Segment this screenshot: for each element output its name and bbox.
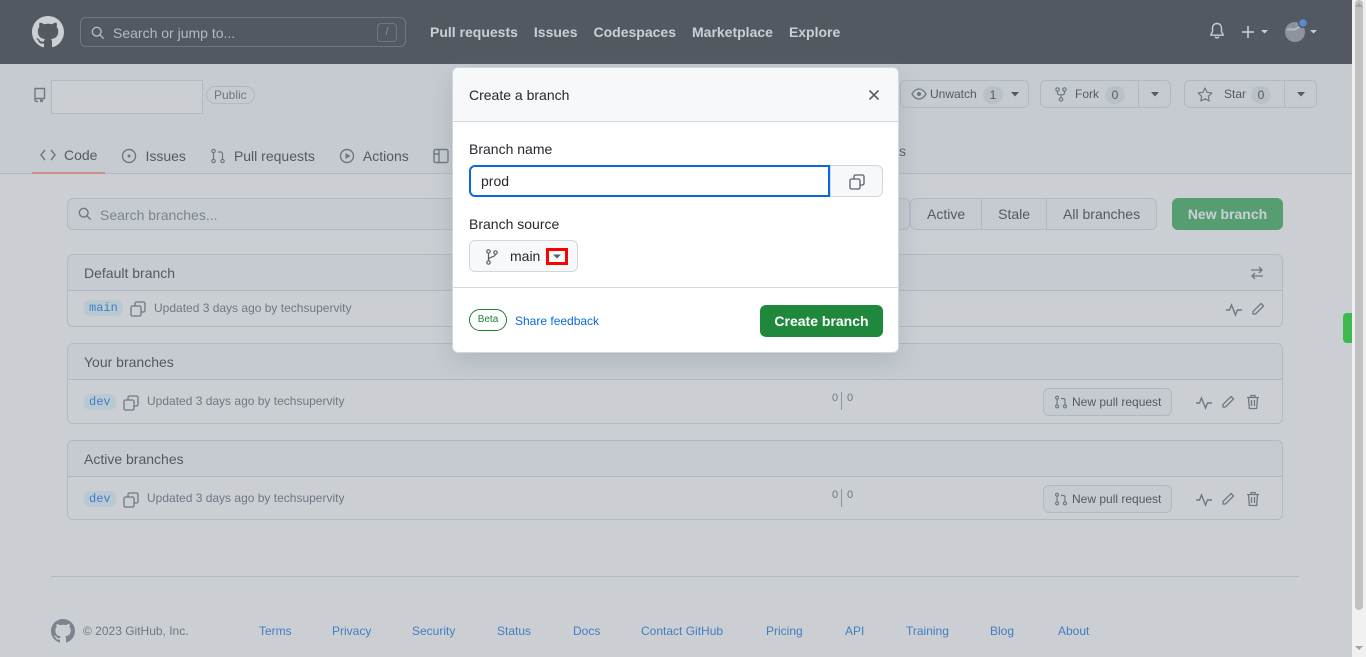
branch-name-label: Branch name	[469, 141, 553, 157]
branch-source-label: Branch source	[469, 216, 560, 232]
beta-badge: Beta	[469, 309, 507, 331]
close-icon[interactable]	[868, 89, 880, 101]
create-branch-button[interactable]: Create branch	[760, 305, 883, 337]
scroll-up-arrow-icon[interactable]	[1355, 2, 1363, 8]
branch-source-select[interactable]: main	[469, 240, 578, 272]
source-branch-name: main	[510, 248, 541, 264]
scroll-down-arrow-icon[interactable]	[1355, 645, 1363, 651]
page-scrollbar[interactable]	[1352, 0, 1366, 657]
dialog-title: Create a branch	[469, 87, 570, 103]
branch-name-input[interactable]	[469, 165, 830, 197]
source-dropdown-caret-icon[interactable]	[546, 248, 568, 265]
copy-icon	[849, 174, 865, 190]
git-branch-icon	[486, 249, 498, 265]
share-feedback-link[interactable]: Share feedback	[515, 314, 599, 328]
side-feedback-tab[interactable]	[1343, 313, 1352, 343]
copy-branch-name-button[interactable]	[830, 165, 883, 197]
scrollbar-thumb[interactable]	[1355, 0, 1363, 610]
create-branch-dialog: Create a branch Branch name Branch sourc…	[452, 67, 899, 353]
dialog-divider	[453, 287, 898, 288]
dialog-header: Create a branch	[453, 68, 898, 122]
